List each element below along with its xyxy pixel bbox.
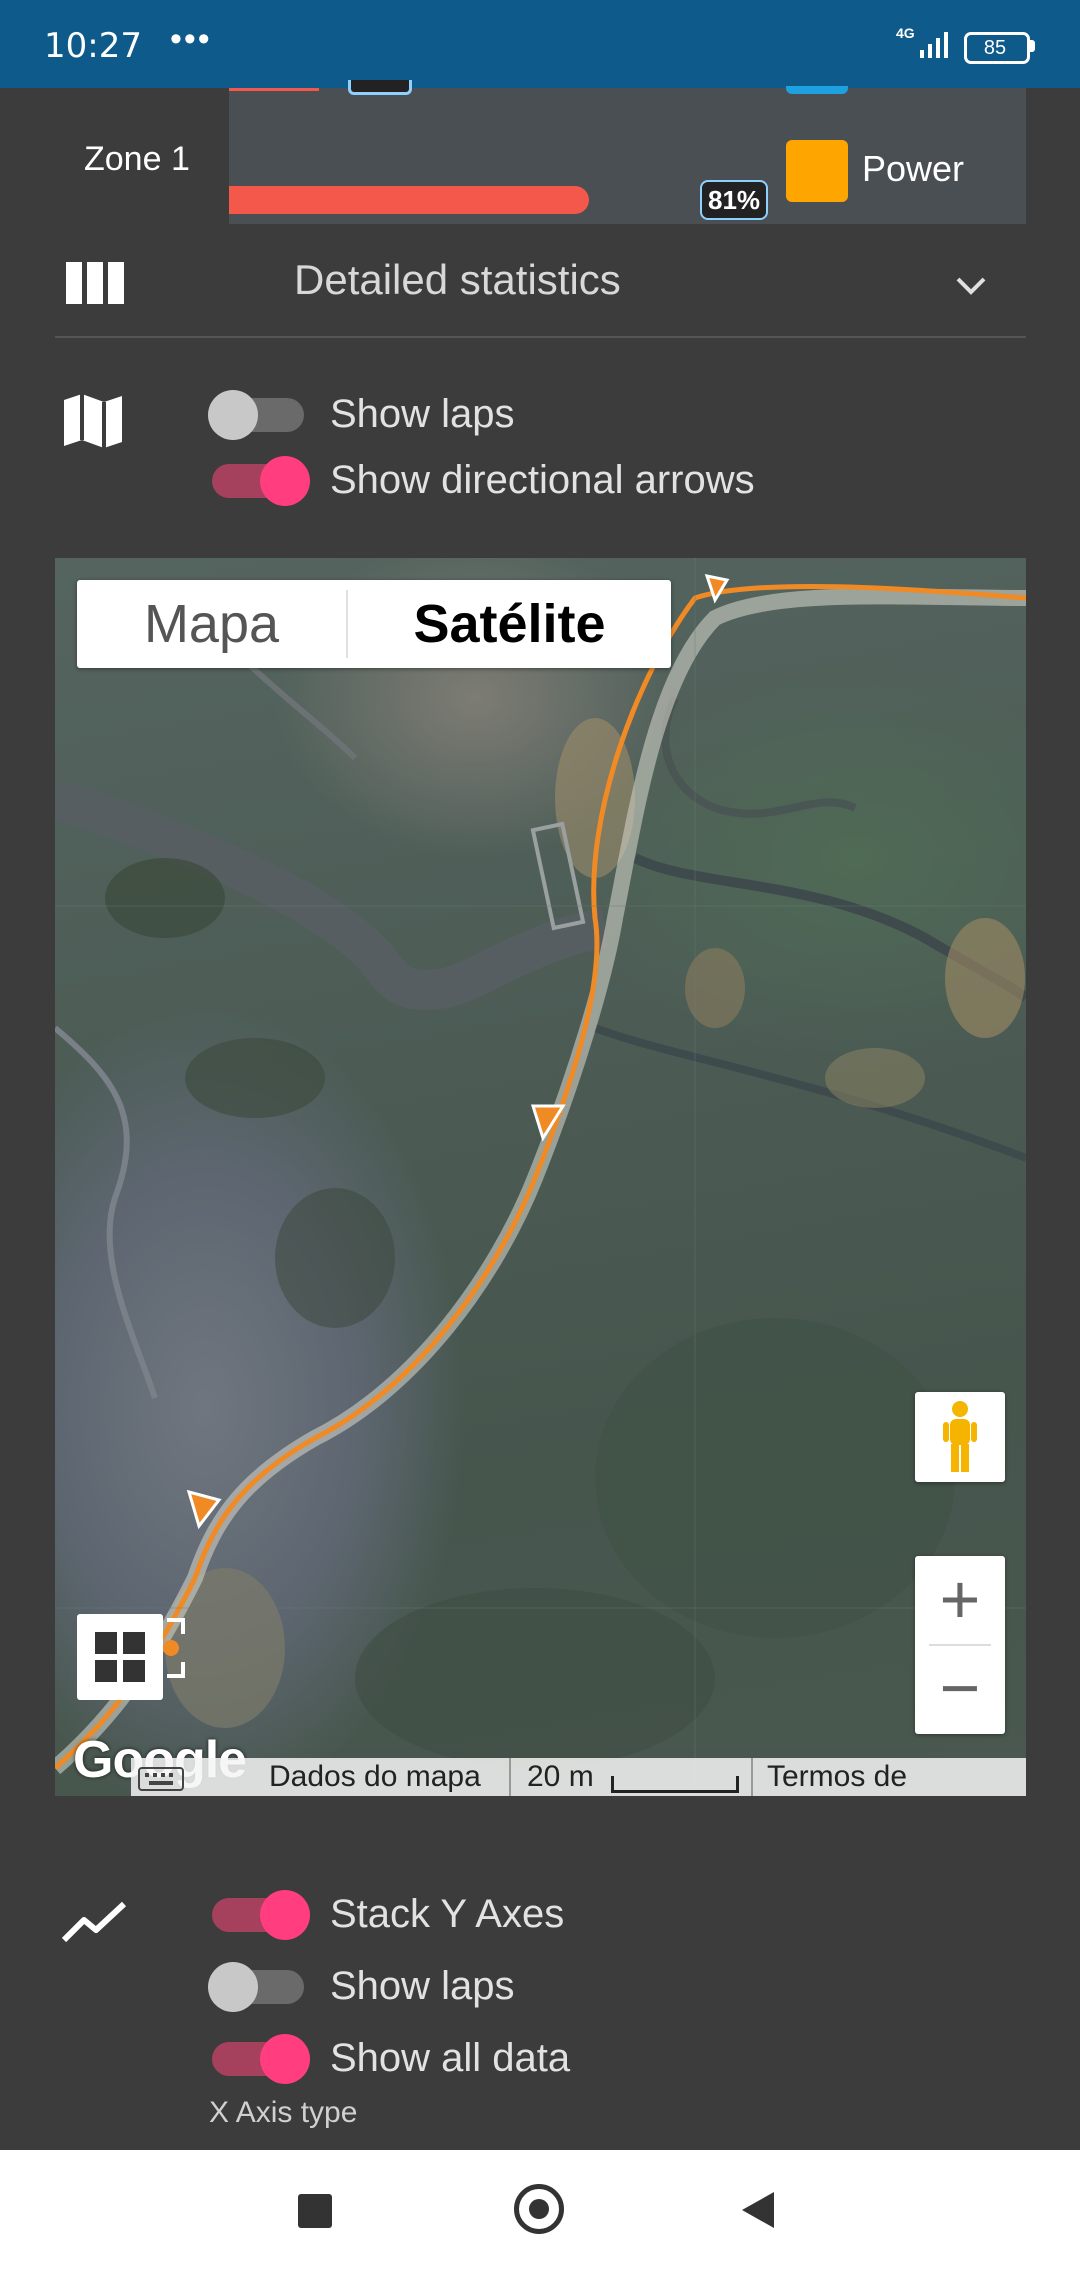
system-nav-bar <box>0 2150 1080 2280</box>
grid-icon <box>95 1632 145 1682</box>
line-chart-icon <box>61 1901 127 1943</box>
scale-label[interactable]: 20 m <box>527 1760 594 1794</box>
map-footer: Dados do mapa 20 m Termos de Utilização <box>131 1758 1026 1796</box>
zoom-control: + − <box>915 1556 1005 1734</box>
layers-button[interactable] <box>77 1614 163 1700</box>
toggle-label: Show laps <box>330 1964 515 2008</box>
keyboard-icon[interactable] <box>137 1766 185 1792</box>
street-view-pegman-button[interactable] <box>915 1392 1005 1482</box>
back-button[interactable] <box>740 2190 776 2230</box>
satellite-imagery <box>55 558 1026 1796</box>
terms-link[interactable]: Termos de Utilização <box>767 1760 1026 1796</box>
toggle-label: Show laps <box>330 392 515 436</box>
toggle-stack-y-axes[interactable] <box>208 1890 310 1940</box>
toggle-label: Show directional arrows <box>330 458 755 502</box>
signal-icon <box>920 32 948 58</box>
clock: 10:27 <box>44 26 142 66</box>
recent-apps-button[interactable] <box>298 2194 332 2228</box>
pegman-icon <box>943 1401 977 1472</box>
map-data-link[interactable]: Dados do mapa <box>269 1760 481 1794</box>
columns-icon <box>66 262 124 304</box>
battery-tip <box>1030 40 1035 52</box>
divider <box>55 336 1026 338</box>
toggle-show-laps-map[interactable] <box>208 390 304 440</box>
home-dot <box>529 2199 549 2219</box>
toggle-show-directional-arrows[interactable] <box>208 456 310 506</box>
network-type: 4G <box>896 25 915 41</box>
toggle-label: Stack Y Axes <box>330 1892 565 1936</box>
zone-previous-badge <box>348 80 412 95</box>
x-axis-type-label: X Axis type <box>209 2096 358 2129</box>
status-bar: 10:27 ••• 4G 85 <box>0 0 1080 88</box>
zone-bar-previous <box>229 88 319 91</box>
map-type-control: Mapa Satélite <box>77 580 671 668</box>
more-notifications-icon: ••• <box>170 20 212 58</box>
home-button[interactable] <box>514 2184 564 2234</box>
scale-bar <box>611 1776 739 1793</box>
tab-mapa[interactable]: Mapa <box>77 580 346 668</box>
zoom-out-button[interactable]: − <box>915 1646 1005 1734</box>
map-view[interactable]: Mapa Satélite + − Google <box>55 558 1026 1796</box>
toggle-show-laps-chart[interactable] <box>208 1962 304 2012</box>
toggle-show-all-data[interactable] <box>208 2034 310 2084</box>
legend-swatch-power[interactable] <box>786 140 848 202</box>
zone-label: Zone 1 <box>84 140 190 178</box>
zoom-in-button[interactable]: + <box>915 1556 1005 1644</box>
chevron-down-icon[interactable] <box>955 276 987 296</box>
footer-divider <box>751 1758 753 1796</box>
legend-label-power[interactable]: Power <box>862 148 964 190</box>
map-icon <box>64 394 122 448</box>
fullscreen-icon[interactable] <box>163 1616 193 1680</box>
legend-swatch-previous <box>786 86 848 94</box>
detailed-statistics-header[interactable]: Detailed statistics <box>294 256 621 304</box>
battery-level: 85 <box>983 37 1007 59</box>
battery-icon: 85 <box>964 32 1030 64</box>
toggle-label: Show all data <box>330 2036 571 2080</box>
zone-percent-badge: 81% <box>700 180 769 220</box>
footer-divider <box>509 1758 511 1796</box>
zone-bar <box>229 186 589 214</box>
tab-satelite[interactable]: Satélite <box>348 580 671 668</box>
